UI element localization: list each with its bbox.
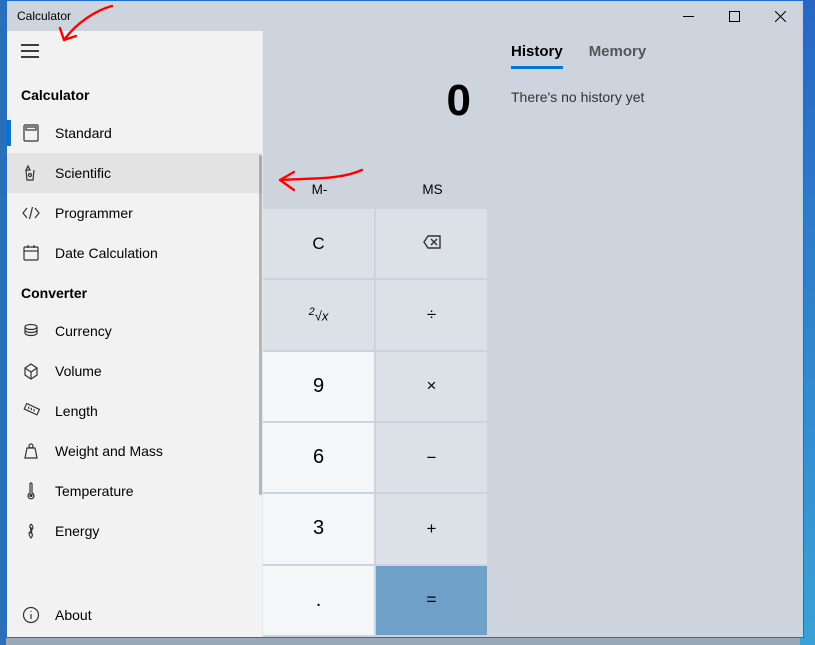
- key-root-label: 2√x: [309, 306, 329, 323]
- close-button[interactable]: [757, 1, 803, 31]
- nav-scrollbar[interactable]: [259, 155, 262, 495]
- key-clear[interactable]: C: [263, 209, 374, 278]
- nav-item-programmer[interactable]: Programmer: [7, 193, 262, 233]
- currency-icon: [21, 321, 41, 341]
- nav-item-about[interactable]: About: [7, 595, 262, 635]
- key-backspace[interactable]: [376, 209, 487, 278]
- memory-minus-button[interactable]: M-: [263, 171, 376, 207]
- nav-item-label: Temperature: [55, 483, 134, 499]
- info-icon: [21, 605, 41, 625]
- nav-item-label: Energy: [55, 523, 99, 539]
- programmer-icon: [21, 203, 41, 223]
- minimize-button[interactable]: [665, 1, 711, 31]
- tab-memory[interactable]: Memory: [589, 43, 647, 69]
- nav-item-standard[interactable]: Standard: [7, 113, 262, 153]
- hamburger-icon: [21, 44, 39, 63]
- scientific-icon: [21, 163, 41, 183]
- nav-item-label: Currency: [55, 323, 112, 339]
- main-area: 0 M- MS C 2√x ÷ 9 × 6 − 3 + . =: [263, 31, 803, 637]
- key-decimal[interactable]: .: [263, 566, 374, 635]
- nav-item-label: Scientific: [55, 165, 111, 181]
- numeric-display: 0: [263, 31, 489, 171]
- key-equals[interactable]: =: [376, 566, 487, 635]
- nav-item-label: Standard: [55, 125, 112, 141]
- volume-icon: [21, 361, 41, 381]
- backspace-icon: [423, 234, 441, 254]
- calendar-icon: [21, 243, 41, 263]
- keypad: C 2√x ÷ 9 × 6 − 3 + . =: [263, 207, 489, 637]
- key-multiply[interactable]: ×: [376, 352, 487, 421]
- temperature-icon: [21, 481, 41, 501]
- memory-row: M- MS: [263, 171, 489, 207]
- nav-list: Calculator Standard Scientific Programme…: [7, 75, 262, 595]
- window-controls: [665, 1, 803, 31]
- maximize-button[interactable]: [711, 1, 757, 31]
- nav-item-energy[interactable]: Energy: [7, 511, 262, 551]
- length-icon: [21, 401, 41, 421]
- key-6[interactable]: 6: [263, 423, 374, 492]
- key-3[interactable]: 3: [263, 494, 374, 563]
- key-add[interactable]: +: [376, 494, 487, 563]
- key-9[interactable]: 9: [263, 352, 374, 421]
- nav-section-converter: Converter: [7, 273, 262, 311]
- nav-item-label: Programmer: [55, 205, 133, 221]
- hamburger-button[interactable]: [7, 31, 262, 75]
- nav-item-label: Date Calculation: [55, 245, 158, 261]
- energy-icon: [21, 521, 41, 541]
- key-root[interactable]: 2√x: [263, 280, 374, 349]
- nav-item-label: Volume: [55, 363, 102, 379]
- navigation-panel: Calculator Standard Scientific Programme…: [7, 31, 263, 637]
- nav-item-length[interactable]: Length: [7, 391, 262, 431]
- key-subtract[interactable]: −: [376, 423, 487, 492]
- history-panel: History Memory There's no history yet: [489, 31, 803, 637]
- nav-item-weight[interactable]: Weight and Mass: [7, 431, 262, 471]
- nav-item-label: Length: [55, 403, 98, 419]
- key-divide[interactable]: ÷: [376, 280, 487, 349]
- calculator-column: 0 M- MS C 2√x ÷ 9 × 6 − 3 + . =: [263, 31, 489, 637]
- history-empty-text: There's no history yet: [511, 89, 787, 105]
- nav-item-scientific[interactable]: Scientific: [7, 153, 262, 193]
- titlebar: Calculator: [7, 1, 803, 31]
- nav-item-temperature[interactable]: Temperature: [7, 471, 262, 511]
- history-tabs: History Memory: [511, 43, 787, 69]
- nav-item-volume[interactable]: Volume: [7, 351, 262, 391]
- standard-icon: [21, 123, 41, 143]
- tab-history[interactable]: History: [511, 43, 563, 69]
- nav-item-label: About: [55, 607, 92, 623]
- nav-item-date-calculation[interactable]: Date Calculation: [7, 233, 262, 273]
- weight-icon: [21, 441, 41, 461]
- nav-section-calculator: Calculator: [7, 75, 262, 113]
- memory-store-button[interactable]: MS: [376, 171, 489, 207]
- nav-item-currency[interactable]: Currency: [7, 311, 262, 351]
- window-title: Calculator: [17, 9, 71, 23]
- nav-item-label: Weight and Mass: [55, 443, 163, 459]
- calculator-window: Calculator Calculator Standard: [6, 0, 804, 638]
